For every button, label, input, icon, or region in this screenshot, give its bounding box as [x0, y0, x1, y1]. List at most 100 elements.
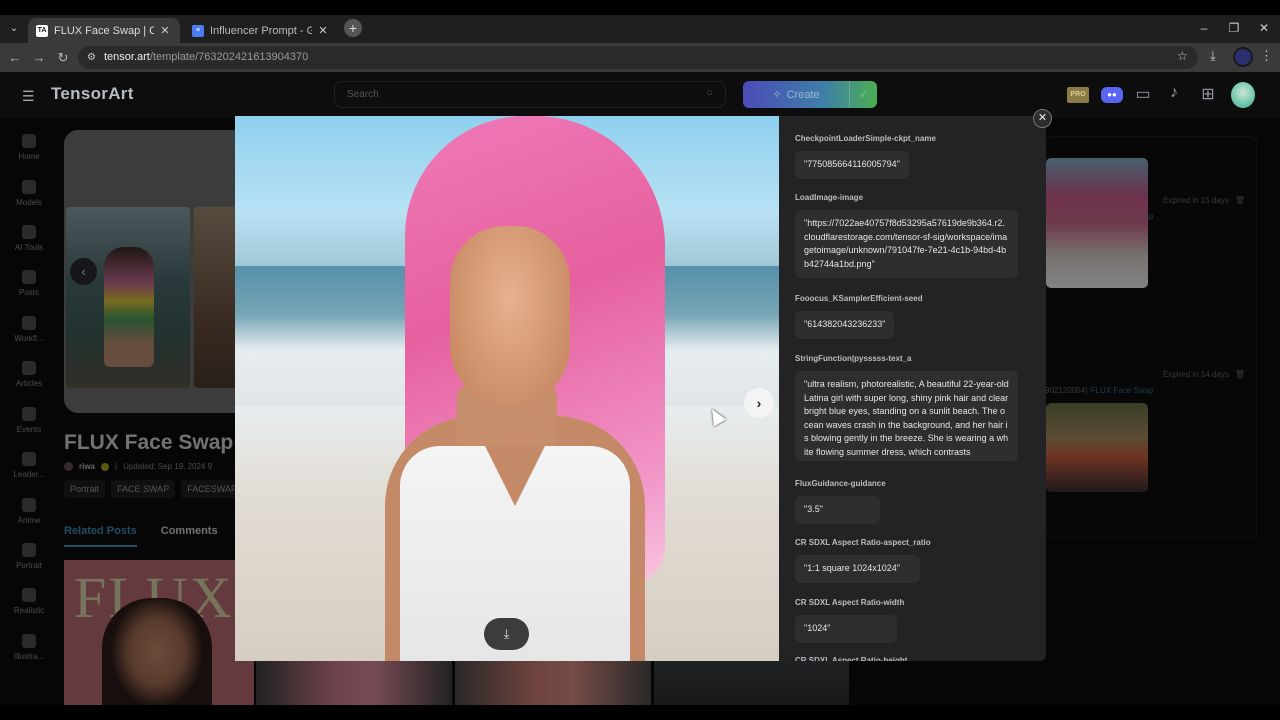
- page-title: FLUX Face Swap: [64, 431, 234, 454]
- url-text[interactable]: tensor.art/template/763202421613904370: [104, 51, 308, 63]
- user-avatar[interactable]: [1231, 82, 1255, 108]
- sidebar-item-ai-tools[interactable]: AI Tools: [0, 225, 58, 252]
- sidebar-item-realistic[interactable]: Realistic: [0, 588, 58, 615]
- browser-menu-icon[interactable]: ⋮: [1260, 48, 1273, 64]
- url-path: /template/763202421613904370: [149, 51, 309, 63]
- browser-profile-avatar[interactable]: [1233, 47, 1253, 67]
- sidebar-label: AI Tools: [14, 243, 44, 252]
- param-label: StringFunction|pysssss-text_a: [795, 354, 912, 363]
- next-image-button[interactable]: ›: [744, 388, 774, 418]
- realistic-icon: [22, 588, 36, 602]
- param-label: CR SDXL Aspect Ratio-height: [795, 656, 908, 661]
- apps-icon[interactable]: ⊞: [1197, 84, 1219, 104]
- search-icon[interactable]: ○: [706, 87, 713, 99]
- param-value[interactable]: "1:1 square 1024x1024": [795, 555, 920, 583]
- sidebar-item-articles[interactable]: Articles: [0, 361, 58, 388]
- calendar-icon[interactable]: ▭: [1132, 84, 1154, 104]
- sidebar-label: Realistic: [13, 606, 45, 615]
- related-post-card[interactable]: [455, 660, 651, 705]
- sidebar-item-workflows[interactable]: Workfl...: [0, 316, 58, 343]
- sidebar-item-leaderboard[interactable]: Leader...: [0, 452, 58, 479]
- pro-badge[interactable]: PRO: [1067, 87, 1089, 103]
- minimize-button[interactable]: –: [1194, 21, 1214, 35]
- browser-toolbar: ← → ↻ ⚙ tensor.art/template/763202421613…: [0, 43, 1280, 72]
- tab-close-icon[interactable]: ✕: [316, 24, 330, 37]
- bell-icon[interactable]: ♪: [1163, 84, 1185, 102]
- param-height: CR SDXL Aspect Ratio-height: [795, 656, 907, 661]
- param-value[interactable]: "775085664116005794": [795, 151, 909, 179]
- author-name[interactable]: riwa: [79, 462, 95, 471]
- discord-icon[interactable]: ●●: [1101, 87, 1123, 103]
- menu-icon[interactable]: ☰: [22, 88, 35, 105]
- author-avatar[interactable]: [64, 462, 73, 471]
- new-tab-button[interactable]: +: [344, 19, 362, 37]
- param-value[interactable]: "1024": [795, 615, 897, 643]
- sidebar-label: Workfl...: [14, 334, 44, 343]
- search-input[interactable]: Search ○: [334, 81, 726, 108]
- task-expiry: Expired in 14 days 🗑: [1163, 370, 1245, 379]
- reload-icon[interactable]: ↻: [54, 49, 72, 67]
- param-value[interactable]: "614382043236233": [795, 311, 895, 339]
- sidebar-label: Illustra...: [13, 652, 45, 661]
- carousel-image[interactable]: [66, 207, 190, 388]
- sidebar-item-anime[interactable]: Anime: [0, 498, 58, 525]
- logo[interactable]: TensorArt: [51, 84, 134, 104]
- carousel-prev-button[interactable]: ‹: [70, 258, 97, 285]
- param-value[interactable]: "ultra realism, photorealistic, A beauti…: [795, 371, 1018, 461]
- address-bar[interactable]: ⚙ tensor.art/template/763202421613904370: [78, 46, 1198, 69]
- param-seed: Fooocus_KSamplerEfficient-seed "61438204…: [795, 294, 923, 339]
- tab-close-icon[interactable]: ✕: [158, 24, 172, 37]
- sidebar-item-illustration[interactable]: Illustra...: [0, 634, 58, 661]
- tag[interactable]: FACESWAP: [181, 480, 243, 498]
- task-expiry: Expired in 15 days 🗑: [1163, 196, 1245, 205]
- forward-icon[interactable]: →: [30, 49, 48, 67]
- sidebar-label: Articles: [15, 379, 43, 388]
- downloads-icon[interactable]: ⤓: [1210, 48, 1216, 64]
- trash-icon[interactable]: 🗑: [1235, 370, 1245, 379]
- sidebar-label: Portrait: [16, 561, 42, 570]
- window-close-button[interactable]: ✕: [1254, 21, 1274, 35]
- tab-related-posts[interactable]: Related Posts: [64, 525, 137, 547]
- site-settings-icon[interactable]: ⚙: [84, 50, 99, 65]
- sidebar-item-posts[interactable]: Posts: [0, 270, 58, 297]
- author-row: riwa | Updated: Sep 19, 2024 9: [64, 462, 212, 471]
- tag[interactable]: FACE SWAP: [111, 480, 176, 498]
- param-label: FluxGuidance-guidance: [795, 479, 886, 488]
- tag[interactable]: Portrait: [64, 480, 106, 498]
- related-post-card[interactable]: [256, 660, 452, 705]
- sidebar: Home Models AI Tools Posts Workfl... Art…: [0, 118, 58, 705]
- ai-tools-icon: [22, 225, 36, 239]
- create-button-main[interactable]: ✧ Create: [743, 81, 849, 108]
- sidebar-item-models[interactable]: Models: [0, 180, 58, 207]
- tab-search-chevron-icon[interactable]: ⌄: [6, 21, 22, 37]
- related-post-card[interactable]: FLUX: [64, 560, 254, 705]
- browser-tab-influencer-prompt[interactable]: ≡ Influencer Prompt - Google Doc ✕: [184, 18, 338, 43]
- param-value[interactable]: "https://7022ae40757f8d53295a57619de9b36…: [795, 210, 1018, 278]
- download-button[interactable]: ⤓: [484, 618, 529, 650]
- bookmark-star-icon[interactable]: ☆: [1177, 49, 1188, 63]
- sidebar-item-home[interactable]: Home: [0, 134, 58, 161]
- tab-comments[interactable]: Comments: [161, 525, 218, 547]
- create-check-icon[interactable]: ✓: [849, 81, 877, 108]
- restore-button[interactable]: ❐: [1224, 21, 1244, 35]
- param-value[interactable]: "3.5": [795, 496, 880, 524]
- task-result-image[interactable]: [1046, 158, 1148, 288]
- task-result-image[interactable]: [1046, 403, 1148, 492]
- browser-tab-flux-face-swap[interactable]: TA FLUX Face Swap | ComfyUI Wor ✕: [28, 18, 180, 43]
- related-post-card[interactable]: [654, 660, 849, 705]
- home-icon: [22, 134, 36, 148]
- trophy-icon: [22, 452, 36, 466]
- letterbox-bottom: [0, 705, 1280, 720]
- sidebar-item-portrait[interactable]: Portrait: [0, 543, 58, 570]
- create-label: Create: [786, 88, 820, 101]
- task-template-link[interactable]: FLUX Face Swap: [1091, 386, 1154, 395]
- modal-close-button[interactable]: ✕: [1033, 109, 1052, 128]
- sidebar-label: Leader...: [13, 470, 45, 479]
- trash-icon[interactable]: 🗑: [1235, 196, 1245, 205]
- back-icon[interactable]: ←: [6, 49, 24, 67]
- site-header: ☰ TensorArt Search ○ ✧ Create ✓ PRO ●● ▭ …: [0, 72, 1280, 118]
- sidebar-item-events[interactable]: Events: [0, 407, 58, 434]
- create-button[interactable]: ✧ Create ✓: [743, 81, 877, 108]
- google-docs-favicon-icon: ≡: [192, 24, 204, 37]
- sidebar-label: Posts: [18, 288, 39, 297]
